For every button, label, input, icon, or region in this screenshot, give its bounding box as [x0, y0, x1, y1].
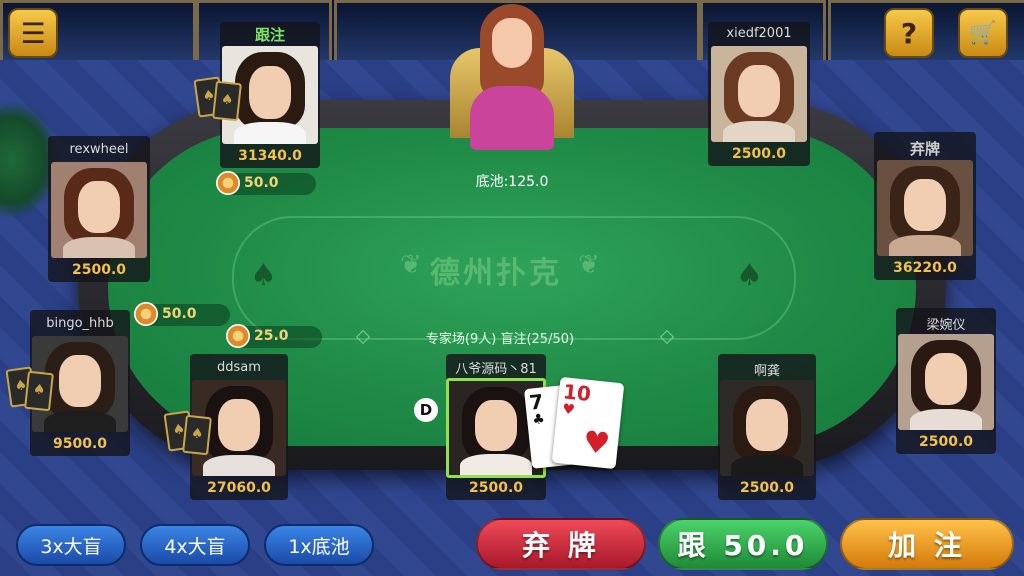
chip-stack: 27060.0 — [207, 480, 271, 496]
chip-icon — [216, 171, 240, 195]
table-info: 专家场(9人) 盲注(25/50) — [425, 332, 575, 347]
player-name: rexwheel — [69, 142, 129, 157]
player-seat[interactable]: rexwheel 2500.0 — [48, 136, 150, 282]
player-name: ddsam — [217, 360, 261, 375]
laurel-left-icon: ❦ — [400, 250, 422, 280]
chip-stack: 2500.0 — [739, 480, 795, 496]
status-label: 跟注 — [254, 26, 285, 44]
question-icon: ? — [900, 16, 918, 50]
menu-icon: ☰ — [20, 16, 46, 50]
player-name: 八爷源码丶81 — [455, 362, 537, 377]
avatar — [877, 160, 973, 256]
chip-stack: 31340.0 — [238, 148, 302, 164]
spade-icon: ♠ — [250, 258, 277, 293]
chip-stack: 36220.0 — [893, 260, 957, 276]
avatar — [711, 46, 807, 142]
help-button[interactable]: ? — [884, 8, 934, 58]
card-back: ♠ — [24, 370, 54, 412]
player-seat[interactable]: 弃牌 36220.0 — [874, 132, 976, 280]
avatar — [720, 380, 814, 476]
call-button[interactable]: 跟 50.0 — [658, 518, 828, 570]
chip-stack: 9500.0 — [52, 436, 108, 452]
avatar — [51, 162, 147, 258]
chip-stack: 2500.0 — [731, 146, 787, 162]
status-label: 弃牌 — [909, 140, 940, 158]
pot-amount: 底池:125.0 — [475, 174, 549, 190]
chip-icon — [134, 302, 158, 326]
bet-chip: 50.0 — [134, 302, 230, 326]
quick-bet-3x-bb-button[interactable]: 3x大盲 — [16, 524, 126, 566]
bet-chip: 50.0 — [216, 171, 316, 195]
player-name: xiedf2001 — [726, 26, 792, 41]
dealer-button: D — [414, 398, 438, 422]
chip-stack: 2500.0 — [71, 262, 127, 278]
quick-bet-4x-bb-button[interactable]: 4x大盲 — [140, 524, 250, 566]
player-name: bingo_hhb — [46, 316, 114, 331]
raise-button[interactable]: 加 注 — [840, 518, 1014, 570]
cart-icon: 🛒 — [969, 20, 997, 46]
chip-stack: 2500.0 — [918, 434, 974, 450]
quick-bet-1x-pot-button[interactable]: 1x底池 — [264, 524, 374, 566]
player-name: 梁婉仪 — [926, 318, 966, 333]
player-seat[interactable]: 啊龚 2500.0 — [718, 354, 816, 500]
dealer-avatar — [446, 4, 578, 154]
avatar — [898, 334, 994, 430]
spade-icon: ♠ — [736, 258, 763, 293]
player-name: 啊龚 — [753, 364, 780, 379]
chip-stack: 2500.0 — [468, 480, 524, 496]
shop-button[interactable]: 🛒 — [958, 8, 1008, 58]
menu-button[interactable]: ☰ — [8, 8, 58, 58]
player-seat[interactable]: xiedf2001 2500.0 — [708, 22, 810, 166]
laurel-right-icon: ❦ — [578, 250, 600, 280]
card-back: ♠ — [182, 414, 212, 456]
player-seat[interactable]: 梁婉仪 2500.0 — [896, 308, 996, 454]
bet-chip: 25.0 — [226, 324, 322, 348]
card-back: ♠ — [212, 80, 242, 122]
fold-button[interactable]: 弃 牌 — [476, 518, 646, 570]
hole-card: 10 ♥ ♥ — [551, 376, 625, 470]
table-logo: 德州扑克 — [430, 256, 562, 291]
chip-icon — [226, 324, 250, 348]
